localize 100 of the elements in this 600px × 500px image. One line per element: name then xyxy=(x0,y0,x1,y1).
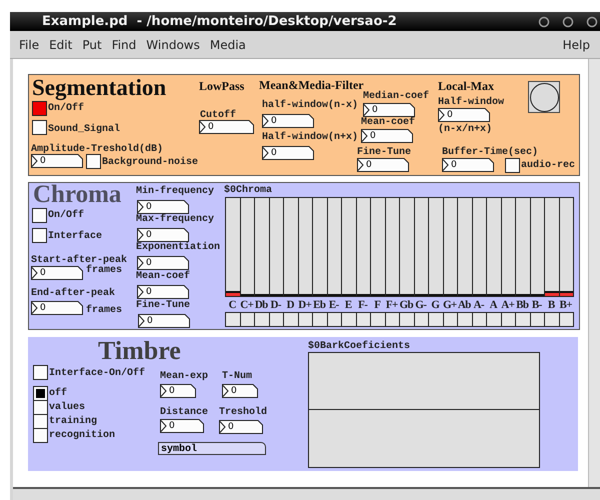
vertical-slider[interactable] xyxy=(254,197,270,297)
number-field[interactable]: 0 xyxy=(442,158,494,172)
number-field[interactable]: 0 xyxy=(262,146,314,160)
number-field[interactable]: 0 xyxy=(137,285,189,299)
number-field[interactable]: 0 xyxy=(438,108,490,122)
field-label: Background-noise xyxy=(102,157,198,168)
window-control-icon[interactable] xyxy=(538,16,550,28)
menu-item[interactable]: File xyxy=(19,38,40,52)
radio-option[interactable] xyxy=(33,386,48,401)
section-title: Segmentation xyxy=(32,76,166,100)
section-title: Timbre xyxy=(98,337,181,364)
toggle-checkbox[interactable] xyxy=(457,312,472,327)
toggle-checkbox[interactable] xyxy=(254,312,270,327)
field-label: (n-x/n+x) xyxy=(438,124,492,135)
bang-button[interactable] xyxy=(528,81,560,113)
vertical-slider[interactable] xyxy=(283,197,298,297)
field-label: Mean-coef xyxy=(361,117,416,128)
toggle-checkbox[interactable] xyxy=(515,312,530,327)
number-field[interactable]: 0 xyxy=(160,419,204,433)
vertical-slider[interactable] xyxy=(544,197,560,297)
toggle-checkbox[interactable] xyxy=(399,312,414,327)
menu-item[interactable]: Help xyxy=(562,38,590,52)
toggle-checkbox[interactable] xyxy=(428,312,444,327)
toggle-checkbox[interactable] xyxy=(32,101,47,116)
number-field[interactable]: 0 xyxy=(219,420,263,434)
toggle-checkbox[interactable] xyxy=(486,312,502,327)
note-label: C xyxy=(228,299,237,311)
note-label: E- xyxy=(328,299,340,311)
toggle-checkbox[interactable] xyxy=(341,312,356,327)
number-field[interactable]: 0 xyxy=(137,200,189,214)
menu-item[interactable]: Edit xyxy=(49,38,72,52)
window-title: Example.pd - /home/monteiro/Desktop/versao-2 xyxy=(42,14,397,29)
number-field[interactable]: 0 xyxy=(363,103,415,117)
menu-item[interactable]: Find xyxy=(112,38,136,52)
toggle-checkbox[interactable] xyxy=(544,312,560,327)
section-heading: Mean&Media-Filter xyxy=(259,79,364,92)
field-label: Fine-Tune xyxy=(136,300,190,311)
vertical-slider[interactable] xyxy=(457,197,472,297)
toggle-checkbox[interactable] xyxy=(505,158,520,173)
number-field[interactable]: 0 xyxy=(222,384,258,398)
vertical-slider[interactable] xyxy=(399,197,414,297)
vertical-slider[interactable] xyxy=(428,197,444,297)
vertical-slider[interactable] xyxy=(370,197,386,297)
toggle-checkbox[interactable] xyxy=(33,365,48,380)
field-label: Interface-On/Off xyxy=(49,368,146,379)
toggle-checkbox[interactable] xyxy=(370,312,386,327)
note-label: F- xyxy=(357,299,368,311)
vertical-slider[interactable] xyxy=(225,197,240,297)
note-label: A- xyxy=(472,299,486,311)
vertical-slider[interactable] xyxy=(515,197,530,297)
vertical-slider[interactable] xyxy=(341,197,356,297)
radio-option[interactable] xyxy=(33,400,48,415)
toggle-checkbox[interactable] xyxy=(32,208,47,223)
number-field[interactable]: 0 xyxy=(262,114,314,128)
toggle-checkbox[interactable] xyxy=(86,154,101,169)
field-label: T-Num xyxy=(222,371,252,382)
section-title: Chroma xyxy=(33,183,122,207)
toggle-checkbox[interactable] xyxy=(312,312,328,327)
field-label: Fine-Tune xyxy=(357,147,412,158)
number-field[interactable]: 0 xyxy=(138,314,190,328)
note-label: Ab xyxy=(456,299,472,311)
note-label: D xyxy=(286,299,295,311)
number-field[interactable]: 0 xyxy=(137,256,189,270)
vertical-scrollbar[interactable] xyxy=(588,59,600,488)
toggle-checkbox[interactable] xyxy=(32,228,47,243)
number-field[interactable]: 0 xyxy=(160,384,196,398)
window-control-icon[interactable] xyxy=(562,16,574,28)
field-label: Distance xyxy=(160,407,208,418)
horizontal-scrollbar[interactable] xyxy=(13,487,600,500)
toggle-checkbox[interactable] xyxy=(283,312,298,327)
number-field[interactable]: 0 xyxy=(31,301,83,315)
note-label: D+ xyxy=(297,299,312,311)
number-field[interactable]: 0 xyxy=(357,158,409,172)
menu-item[interactable]: Media xyxy=(210,38,246,52)
vertical-slider[interactable] xyxy=(312,197,328,297)
menu-item[interactable]: Put xyxy=(82,38,102,52)
radio-option[interactable] xyxy=(33,414,48,429)
number-field[interactable]: 0 xyxy=(361,129,413,143)
field-label: Half-window(n+x) xyxy=(262,132,358,143)
number-field[interactable]: 0 xyxy=(137,228,189,242)
window-control-icon[interactable] xyxy=(586,16,598,28)
option-label: values xyxy=(49,402,86,413)
number-field[interactable]: 0 xyxy=(199,120,254,134)
note-label: G- xyxy=(414,299,428,311)
vertical-slider[interactable] xyxy=(558,197,574,297)
number-field[interactable]: 0 xyxy=(31,266,83,280)
menu-item[interactable]: Windows xyxy=(146,38,200,52)
symbol-field[interactable]: symbol xyxy=(158,442,266,455)
note-label: C+ xyxy=(239,299,254,311)
array-label: $0BarkCoeficients xyxy=(308,341,410,352)
vertical-slider[interactable] xyxy=(486,197,502,297)
note-label: A xyxy=(488,299,498,311)
field-label: frames xyxy=(86,305,122,316)
toggle-checkbox[interactable] xyxy=(558,312,574,327)
note-label: D- xyxy=(270,299,282,311)
toggle-checkbox[interactable] xyxy=(32,120,47,135)
toggle-checkbox[interactable] xyxy=(225,312,240,327)
number-field[interactable]: 0 xyxy=(31,154,83,168)
radio-option[interactable] xyxy=(33,428,48,443)
field-label: Half-window xyxy=(438,97,504,108)
